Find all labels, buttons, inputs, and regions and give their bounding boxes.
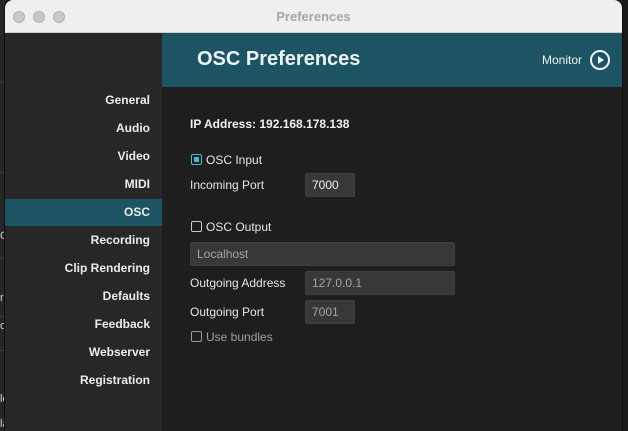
incoming-port-label: Incoming Port (190, 178, 265, 192)
play-circle-icon (590, 50, 610, 70)
sidebar-item-recording[interactable]: Recording (5, 227, 162, 254)
incoming-port-input[interactable] (305, 173, 355, 197)
outgoing-port-input[interactable] (305, 300, 355, 324)
outgoing-address-input[interactable] (305, 271, 455, 295)
output-target-field[interactable] (190, 242, 455, 266)
page-header: OSC Preferences Monitor (162, 33, 622, 87)
preferences-sidebar: General Audio Video MIDI OSC Recording C… (5, 33, 162, 431)
use-bundles-label[interactable]: Use bundles (206, 330, 273, 344)
osc-output-checkbox[interactable] (191, 221, 202, 232)
sidebar-item-defaults[interactable]: Defaults (5, 283, 162, 310)
sidebar-item-osc[interactable]: OSC (5, 199, 162, 226)
window-title: Preferences (276, 9, 351, 24)
sidebar-item-registration[interactable]: Registration (5, 367, 162, 394)
ip-address-label: IP Address: 192.168.178.138 (190, 117, 350, 131)
osc-settings-panel: IP Address: 192.168.178.138 OSC Input In… (162, 87, 622, 431)
osc-output-label[interactable]: OSC Output (206, 220, 271, 234)
sidebar-item-clip-rendering[interactable]: Clip Rendering (5, 255, 162, 282)
monitor-button[interactable]: Monitor (542, 49, 610, 71)
sidebar-item-webserver[interactable]: Webserver (5, 339, 162, 366)
use-bundles-checkbox[interactable] (191, 331, 202, 342)
bg-right-edge (622, 0, 628, 431)
sidebar-item-midi[interactable]: MIDI (5, 171, 162, 198)
outgoing-address-label: Outgoing Address (190, 276, 286, 290)
monitor-label: Monitor (541, 53, 582, 67)
page-title: OSC Preferences (197, 48, 361, 70)
sidebar-item-general[interactable]: General (5, 87, 162, 114)
osc-input-label[interactable]: OSC Input (206, 153, 262, 167)
osc-input-checkbox[interactable] (191, 154, 202, 165)
preferences-window: Preferences General Audio Video MIDI OSC… (5, 0, 622, 431)
title-bar[interactable]: Preferences (5, 0, 622, 33)
sidebar-item-audio[interactable]: Audio (5, 115, 162, 142)
sidebar-item-feedback[interactable]: Feedback (5, 311, 162, 338)
sidebar-item-video[interactable]: Video (5, 143, 162, 170)
outgoing-port-label: Outgoing Port (190, 305, 265, 319)
